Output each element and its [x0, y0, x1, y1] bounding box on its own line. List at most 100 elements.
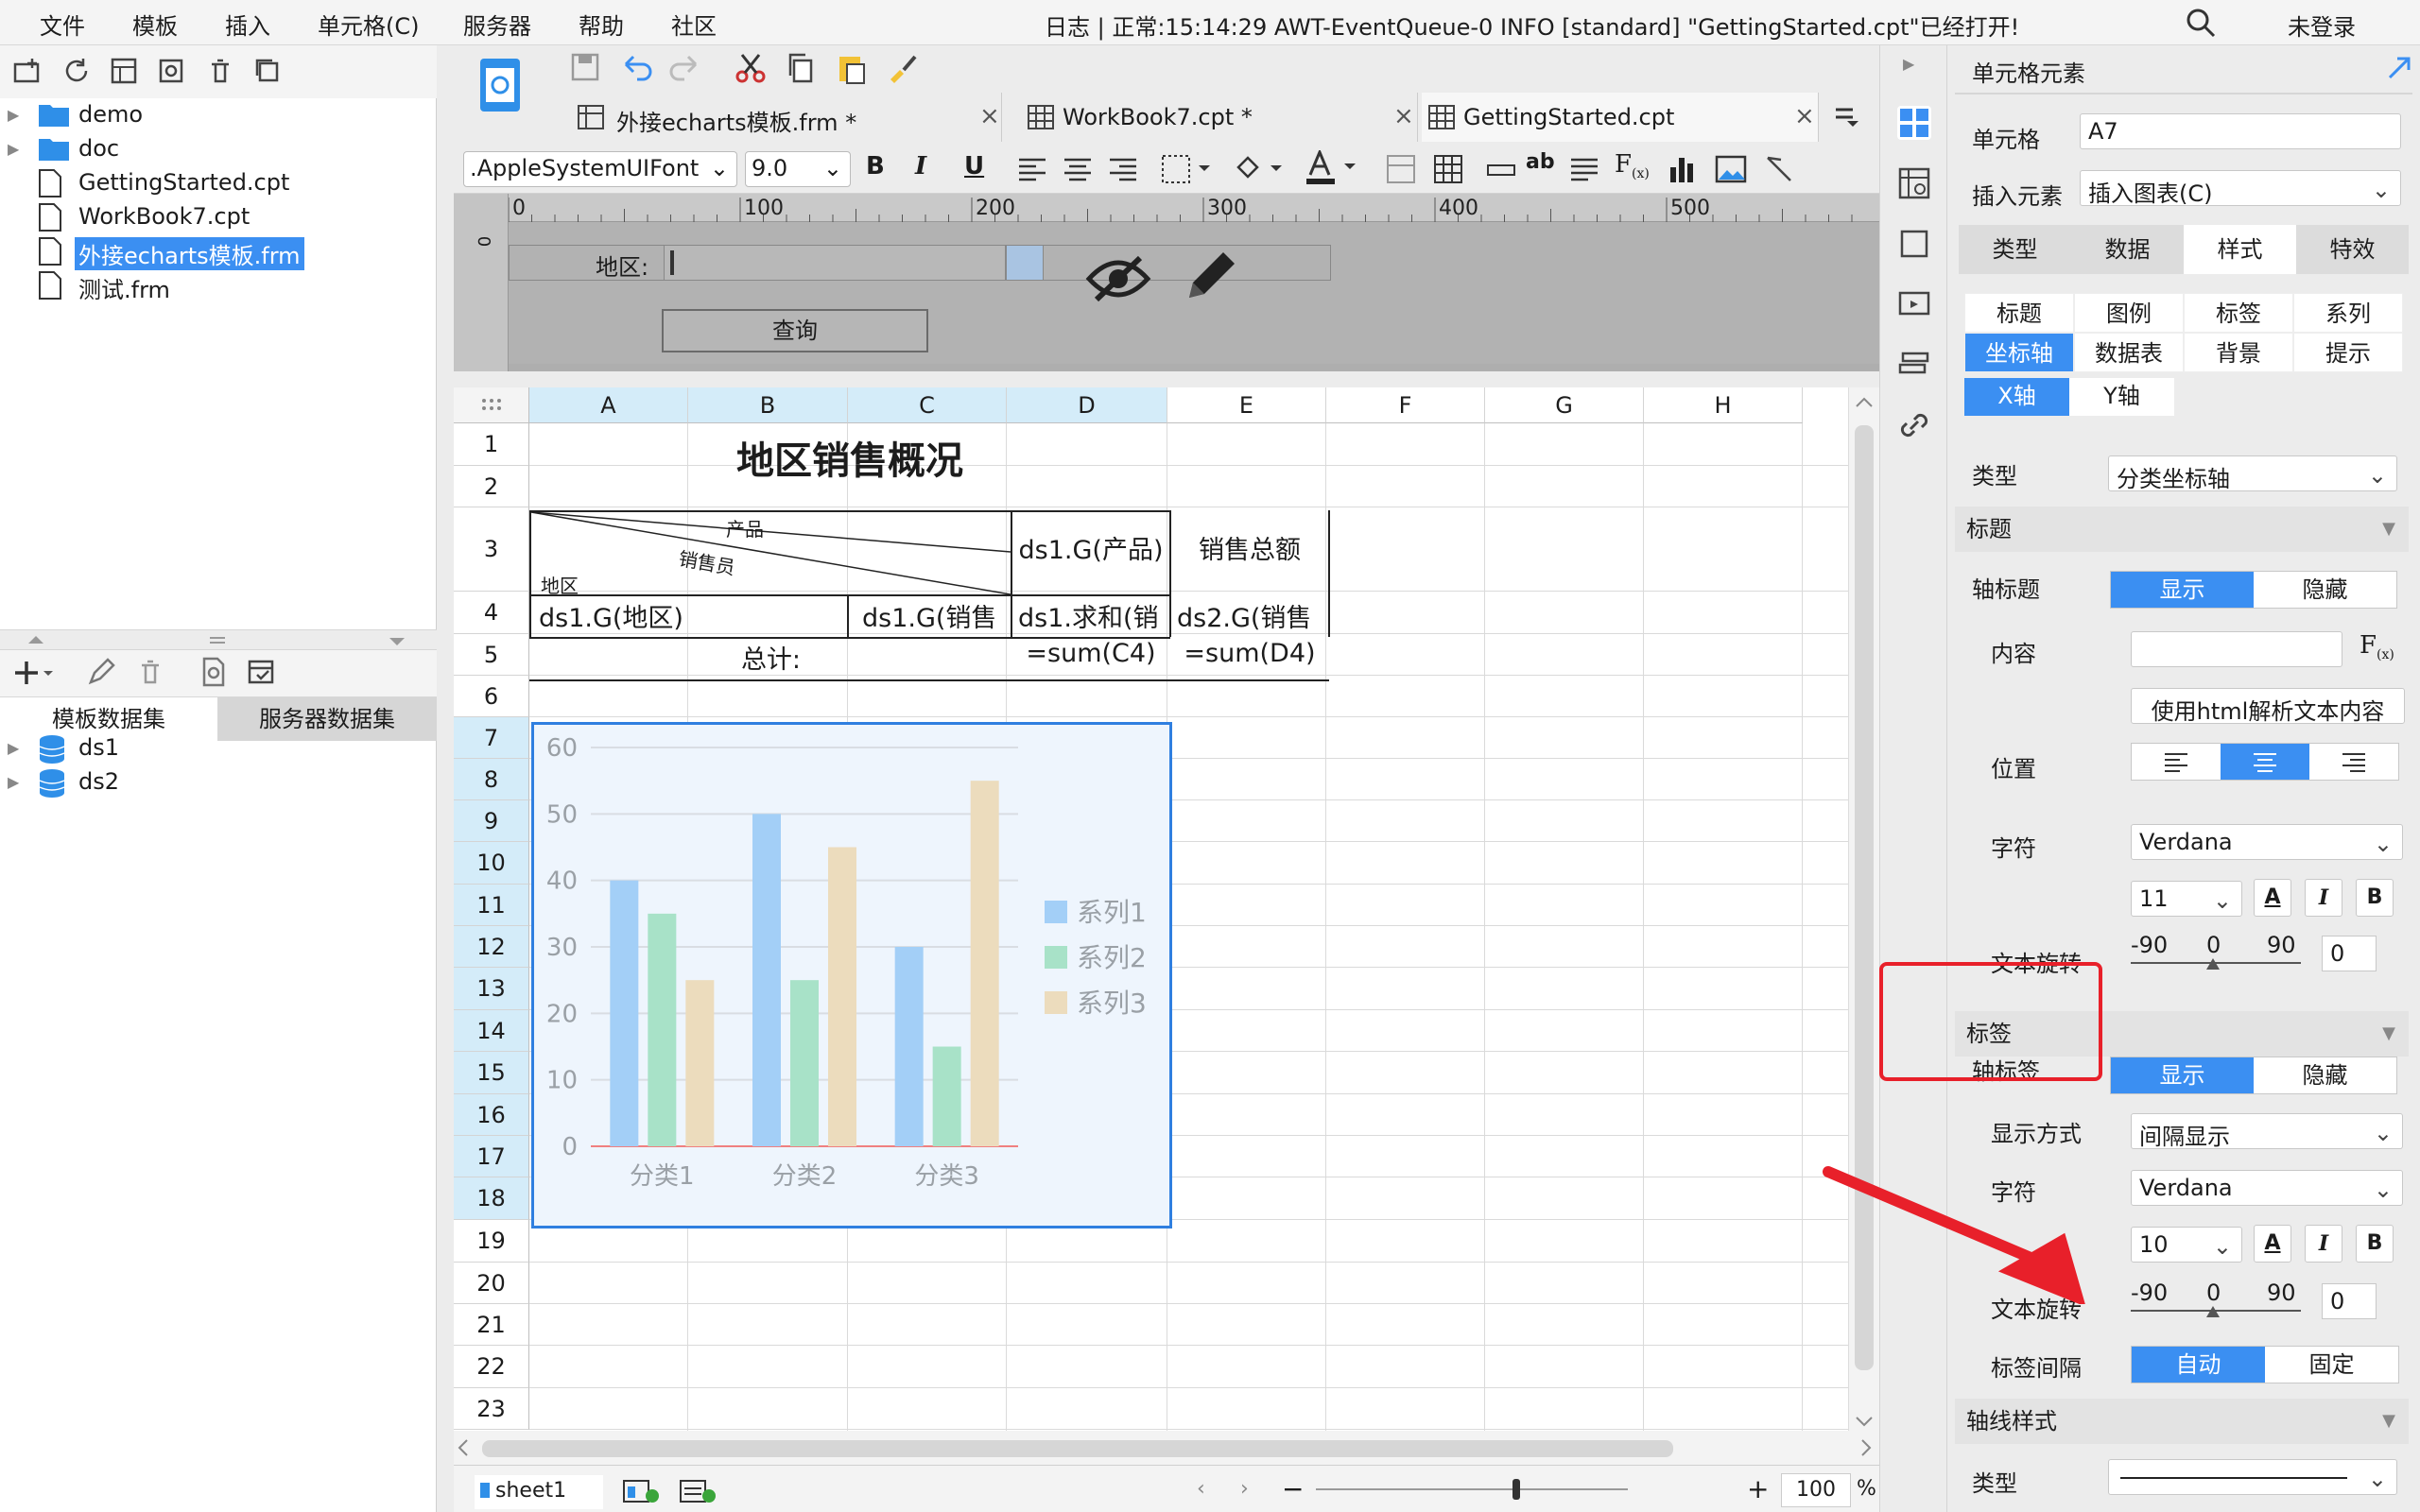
subtab-datasheet[interactable]: 数据表 — [2074, 333, 2184, 372]
row-header-5[interactable]: 5 — [454, 634, 529, 676]
display-mode-select[interactable]: 间隔显示 ⌄ — [2131, 1113, 2403, 1150]
row-header-18[interactable]: 18 — [454, 1177, 529, 1220]
tree-item-echarts-template[interactable]: 外接echarts模板.frm — [0, 234, 435, 270]
close-tab-icon[interactable]: × — [1794, 102, 1815, 130]
tab-list-icon[interactable] — [1832, 104, 1860, 130]
underline-button[interactable]: U — [964, 152, 984, 180]
label-size-select[interactable]: 10 ⌄ — [2131, 1227, 2242, 1263]
zoom-slider-thumb[interactable] — [1512, 1479, 1520, 1500]
cell-d3[interactable]: 销售总额 — [1171, 529, 1328, 567]
row-header-2[interactable]: 2 — [454, 466, 529, 507]
row-header-17[interactable]: 17 — [454, 1136, 529, 1177]
tab-effects[interactable]: 特效 — [2296, 225, 2409, 274]
title-italic-button[interactable]: I — [2305, 879, 2342, 917]
rotation-slider-2[interactable]: -90 0 90 — [2131, 1280, 2301, 1336]
row-header-20[interactable]: 20 — [454, 1263, 529, 1304]
template-icon[interactable] — [108, 55, 142, 89]
copy-doc-icon[interactable] — [785, 51, 817, 85]
expand-arrow-icon[interactable]: ▶ — [8, 106, 19, 124]
row-header-19[interactable]: 19 — [454, 1220, 529, 1263]
prev-page-icon[interactable]: ‹ — [1197, 1477, 1205, 1501]
tab-x-axis[interactable]: X轴 — [1964, 378, 2069, 416]
row-header-12[interactable]: 12 — [454, 926, 529, 968]
new-folder-icon[interactable] — [11, 55, 45, 89]
cell-input[interactable]: A7 — [2080, 113, 2401, 149]
row-header-16[interactable]: 16 — [454, 1094, 529, 1136]
zoom-in-icon[interactable]: + — [1747, 1473, 1769, 1504]
align-center-icon[interactable] — [1063, 156, 1093, 182]
edit-pencil-icon[interactable] — [1182, 245, 1242, 305]
cell-c4[interactable]: ds1.求和(销 — [1014, 597, 1169, 635]
row-header-11[interactable]: 11 — [454, 885, 529, 926]
align-right-icon[interactable] — [1108, 156, 1138, 182]
axis-title-hide[interactable]: 隐藏 — [2254, 572, 2396, 608]
sheet-tab-sheet1[interactable]: sheet1 — [475, 1475, 603, 1509]
axis-type-select[interactable]: 分类坐标轴 ⌄ — [2108, 455, 2397, 492]
region-dropdown-button[interactable] — [1006, 245, 1044, 281]
align-left-icon[interactable] — [1017, 156, 1047, 182]
row-header-7[interactable]: 7 — [454, 717, 529, 759]
delete-icon[interactable] — [204, 55, 238, 89]
label-italic-button[interactable]: I — [2305, 1225, 2342, 1263]
expand-arrow-icon[interactable]: ▶ — [8, 773, 19, 791]
text-field-icon[interactable] — [1486, 154, 1516, 184]
tree-item-demo[interactable]: ▶ demo — [0, 98, 435, 130]
column-header-d[interactable]: D — [1007, 387, 1167, 423]
chart-container[interactable]: 0 10 20 30 40 50 60 分类1 分类2 分类3 系列1 系列2 系列3 — [531, 722, 1172, 1228]
font-color-icon[interactable] — [1305, 150, 1357, 186]
horizontal-scrollbar[interactable] — [454, 1431, 1879, 1465]
label-bold-button[interactable]: B — [2356, 1225, 2394, 1263]
redo-icon[interactable] — [667, 51, 701, 83]
cell-a4[interactable]: ds1.G(地区) — [533, 597, 845, 635]
paste-icon[interactable] — [836, 51, 868, 85]
visibility-off-icon[interactable] — [1085, 250, 1151, 307]
tab-type[interactable]: 类型 — [1959, 225, 2071, 274]
menu-file[interactable]: 文件 — [40, 8, 85, 41]
expand-arrow-icon[interactable]: ▶ — [8, 140, 19, 158]
menu-community[interactable]: 社区 — [671, 8, 717, 41]
title-size-select[interactable]: 11 ⌄ — [2131, 881, 2242, 917]
subtab-title[interactable]: 标题 — [1964, 293, 2074, 333]
menu-server[interactable]: 服务器 — [463, 8, 531, 41]
interval-fixed[interactable]: 固定 — [2265, 1347, 2398, 1383]
row-header-21[interactable]: 21 — [454, 1304, 529, 1346]
axis-label-show[interactable]: 显示 — [2111, 1057, 2254, 1093]
line-type-select[interactable]: ⌄ — [2108, 1459, 2397, 1495]
widget-icon[interactable] — [1897, 227, 1931, 261]
row-header-14[interactable]: 14 — [454, 1010, 529, 1052]
label-font-select[interactable]: Verdana ⌄ — [2131, 1170, 2403, 1206]
cell-attributes-icon[interactable] — [1897, 166, 1931, 200]
tree-item-workbook7[interactable]: WorkBook7.cpt — [0, 200, 435, 232]
hyperlink-panel-icon[interactable] — [1897, 287, 1931, 321]
subtab-series[interactable]: 系列 — [2293, 293, 2403, 333]
menu-insert[interactable]: 插入 — [225, 8, 270, 41]
interval-auto[interactable]: 自动 — [2132, 1347, 2265, 1383]
section-title[interactable]: 标题 ▼ — [1955, 507, 2409, 552]
cell-a5[interactable]: 总计: — [531, 639, 1011, 677]
column-header-f[interactable]: F — [1326, 387, 1485, 423]
fill-color-icon[interactable] — [1233, 152, 1284, 184]
row-header-8[interactable]: 8 — [454, 759, 529, 800]
region-input[interactable] — [664, 245, 1006, 281]
insert-element-select[interactable]: 插入图表(C) ⌄ — [2080, 170, 2401, 207]
section-axis-line[interactable]: 轴线样式 ▼ — [1955, 1399, 2409, 1444]
content-input[interactable] — [2131, 631, 2342, 667]
preview-dataset-icon[interactable] — [199, 656, 233, 690]
query-button[interactable]: 查询 — [662, 309, 928, 352]
italic-button[interactable]: I — [915, 152, 926, 180]
condition-icon[interactable] — [1897, 348, 1931, 382]
font-size-select[interactable]: 9.0 ⌄ — [745, 151, 851, 187]
column-header-c[interactable]: C — [848, 387, 1007, 423]
position-right-icon[interactable] — [2309, 744, 2398, 780]
slash-icon[interactable] — [1764, 154, 1794, 184]
bold-button[interactable]: B — [866, 152, 885, 180]
cell-b4[interactable]: ds1.G(销售 — [851, 597, 1010, 635]
row-header-15[interactable]: 15 — [454, 1052, 529, 1094]
copy-icon[interactable] — [251, 55, 285, 89]
cell-element-icon[interactable] — [1897, 106, 1931, 140]
link-icon[interactable] — [1897, 408, 1931, 442]
tab-style[interactable]: 样式 — [2184, 225, 2296, 274]
dataset-params-icon[interactable] — [246, 656, 280, 690]
row-header-13[interactable]: 13 — [454, 968, 529, 1010]
add-dataset-icon[interactable] — [13, 656, 53, 690]
